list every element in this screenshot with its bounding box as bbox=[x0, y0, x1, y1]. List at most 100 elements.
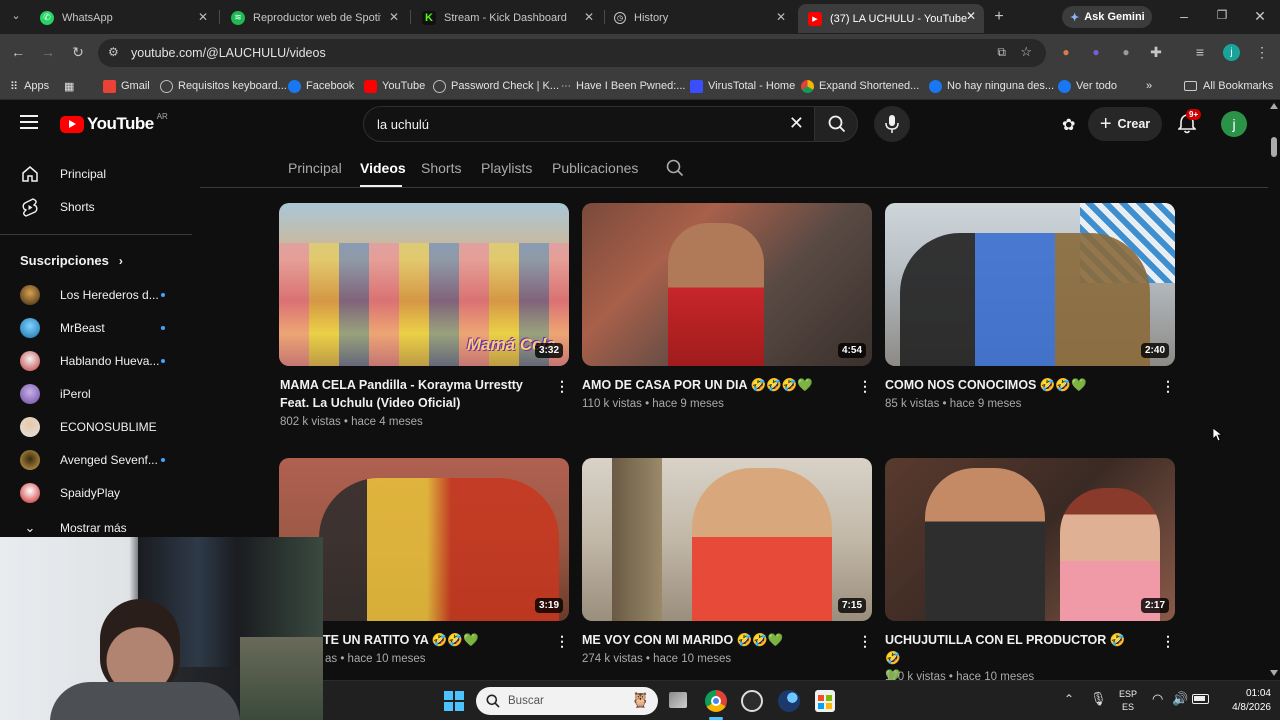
clear-search-icon[interactable]: ✕ bbox=[789, 113, 804, 134]
voice-search-button[interactable] bbox=[874, 106, 910, 142]
tab-search-icon[interactable]: ⌄ bbox=[6, 9, 26, 22]
account-avatar[interactable]: j bbox=[1221, 111, 1247, 137]
ask-gemini-button[interactable]: ✦ Ask Gemini bbox=[1062, 6, 1152, 28]
channel-search-icon[interactable] bbox=[666, 159, 684, 177]
bookmark-virustotal[interactable]: VirusTotal - Home bbox=[690, 77, 795, 95]
store-taskbar-icon[interactable] bbox=[815, 690, 835, 712]
close-window-icon[interactable]: ✕ bbox=[1250, 8, 1270, 25]
language-indicator[interactable]: ESP ES bbox=[1119, 688, 1137, 714]
install-icon[interactable]: ⧉ bbox=[997, 45, 1006, 60]
taskbar-search-box[interactable]: Buscar 🦉 bbox=[476, 687, 658, 715]
extension-icon[interactable]: ● bbox=[1056, 45, 1076, 59]
tab-spotify[interactable]: ≋ Reproductor web de Spotify: mú ✕ bbox=[221, 5, 407, 30]
media-controls-icon[interactable]: ≡ bbox=[1190, 44, 1210, 60]
video-menu-icon[interactable]: ⋮ bbox=[858, 633, 872, 650]
menu-icon[interactable]: ⋮ bbox=[1252, 44, 1272, 61]
video-menu-icon[interactable]: ⋮ bbox=[1161, 633, 1175, 650]
url-text[interactable]: youtube.com/@LAUCHULU/videos bbox=[131, 46, 326, 60]
clock[interactable]: 01:04 4/8/2026 bbox=[1213, 687, 1271, 715]
microphone-tray-icon[interactable]: 🎙 bbox=[1090, 691, 1107, 707]
video-menu-icon[interactable]: ⋮ bbox=[1161, 378, 1175, 395]
close-icon[interactable]: ✕ bbox=[389, 10, 399, 24]
tab-whatsapp[interactable]: ✆ WhatsApp ✕ bbox=[30, 5, 216, 30]
close-icon[interactable]: ✕ bbox=[584, 10, 594, 24]
bookmark-facebook[interactable]: Facebook bbox=[288, 77, 354, 95]
back-icon[interactable]: ← bbox=[8, 44, 28, 60]
tab-history[interactable]: ◷ History ✕ bbox=[604, 5, 794, 30]
all-bookmarks[interactable]: All Bookmarks bbox=[1184, 77, 1273, 95]
profile-avatar[interactable]: j bbox=[1223, 44, 1240, 61]
video-menu-icon[interactable]: ⋮ bbox=[858, 378, 872, 395]
youtube-logo[interactable]: YouTube AR bbox=[60, 112, 168, 134]
video-thumbnail[interactable]: 4:54 bbox=[582, 203, 872, 366]
scrollbar-thumb[interactable] bbox=[1271, 137, 1277, 157]
bookmark-password-check[interactable]: Password Check | K... bbox=[433, 77, 559, 95]
extension-badge-icon[interactable]: ✿ bbox=[1062, 115, 1075, 135]
create-button[interactable]: + Crear bbox=[1088, 107, 1162, 141]
sidebar-sub-item[interactable]: ECONOSUBLIME bbox=[0, 411, 192, 443]
video-thumbnail[interactable]: 2:40 bbox=[885, 203, 1175, 366]
video-title[interactable]: TE UN RATITO YA 🤣🤣💚 bbox=[323, 631, 578, 649]
sidebar-sub-item[interactable]: Los Herederos d... bbox=[0, 279, 192, 311]
bookmark-no-hay[interactable]: No hay ninguna des... bbox=[929, 77, 1054, 95]
video-menu-icon[interactable]: ⋮ bbox=[555, 633, 569, 650]
battery-icon[interactable] bbox=[1192, 694, 1209, 704]
bookmark-apps[interactable]: ⠿ Apps bbox=[10, 77, 49, 95]
search-input[interactable]: la uchulú ✕ bbox=[363, 106, 815, 142]
tab-publicaciones[interactable]: Publicaciones bbox=[552, 160, 638, 176]
bookmark-gmail[interactable]: Gmail bbox=[103, 77, 150, 95]
wifi-icon[interactable]: ◠ bbox=[1152, 691, 1163, 707]
start-button-icon[interactable] bbox=[444, 691, 464, 711]
bookmark-requisitos[interactable]: Requisitos keyboard... bbox=[160, 77, 287, 95]
close-icon[interactable]: ✕ bbox=[966, 9, 976, 23]
chrome-taskbar-icon[interactable] bbox=[705, 690, 727, 712]
maximize-icon[interactable]: ❐ bbox=[1212, 8, 1232, 22]
search-button[interactable] bbox=[814, 106, 858, 142]
video-title[interactable]: ME VOY CON MI MARIDO 🤣🤣💚 bbox=[582, 631, 837, 649]
bookmark-expand-shortened[interactable]: Expand Shortened... bbox=[801, 77, 919, 95]
bookmark-youtube[interactable]: YouTube bbox=[364, 77, 425, 95]
sidebar-item-shorts[interactable]: Shorts bbox=[0, 191, 192, 223]
address-bar[interactable]: ⚙ youtube.com/@LAUCHULU/videos ⧉ ☆ bbox=[98, 39, 1046, 67]
video-thumbnail[interactable]: Mamá Cela 3:32 bbox=[279, 203, 569, 366]
minimize-icon[interactable]: – bbox=[1174, 8, 1194, 24]
tab-groups-icon[interactable]: ▦ bbox=[64, 77, 74, 95]
tab-videos[interactable]: Videos bbox=[360, 160, 406, 176]
bookmark-ver-todo[interactable]: Ver todo bbox=[1058, 77, 1117, 95]
show-hidden-icons[interactable]: ⌃ bbox=[1064, 692, 1074, 706]
task-view-icon[interactable] bbox=[669, 692, 687, 708]
sidebar-item-principal[interactable]: Principal bbox=[0, 158, 192, 190]
search-query[interactable]: la uchulú bbox=[377, 117, 429, 132]
tab-kick[interactable]: K Stream - Kick Dashboard ✕ bbox=[412, 5, 602, 30]
video-thumbnail[interactable]: 2:17 bbox=[885, 458, 1175, 621]
notifications-button[interactable]: 9+ bbox=[1176, 109, 1202, 136]
extensions-puzzle-icon[interactable]: ✚ bbox=[1146, 44, 1166, 61]
sidebar-sub-item[interactable]: SpaidyPlay bbox=[0, 477, 192, 509]
bookmark-star-icon[interactable]: ☆ bbox=[1020, 44, 1032, 60]
new-tab-icon[interactable]: + bbox=[989, 8, 1009, 26]
extension-icon[interactable]: ● bbox=[1116, 45, 1136, 59]
forward-icon[interactable]: → bbox=[38, 44, 58, 60]
video-thumbnail[interactable]: 7:15 bbox=[582, 458, 872, 621]
close-icon[interactable]: ✕ bbox=[776, 10, 786, 24]
reload-icon[interactable]: ↻ bbox=[68, 44, 88, 61]
sidebar-sub-item[interactable]: iPerol bbox=[0, 378, 192, 410]
scroll-up-arrow-icon[interactable] bbox=[1270, 103, 1278, 109]
tab-principal[interactable]: Principal bbox=[288, 160, 342, 176]
scroll-down-arrow-icon[interactable] bbox=[1270, 670, 1278, 676]
tab-shorts[interactable]: Shorts bbox=[421, 160, 461, 176]
volume-icon[interactable]: 🔊 bbox=[1172, 691, 1188, 707]
hamburger-menu-icon[interactable] bbox=[20, 115, 38, 129]
video-title[interactable]: MAMA CELA Pandilla - Korayma Urrestty Fe… bbox=[280, 376, 535, 412]
site-info-icon[interactable]: ⚙ bbox=[108, 45, 119, 59]
page-scrollbar[interactable] bbox=[1268, 101, 1280, 680]
video-title[interactable]: COMO NOS CONOCIMOS 🤣🤣💚 bbox=[885, 376, 1140, 394]
video-menu-icon[interactable]: ⋮ bbox=[555, 378, 569, 395]
more-bookmarks-icon[interactable]: » bbox=[1146, 77, 1152, 95]
tab-playlists[interactable]: Playlists bbox=[481, 160, 532, 176]
bookmark-hibp[interactable]: ⋯ Have I Been Pwned:... bbox=[561, 77, 685, 95]
sidebar-sub-item[interactable]: Hablando Hueva... bbox=[0, 345, 192, 377]
extension-icon[interactable]: ● bbox=[1086, 45, 1106, 59]
subscriptions-header[interactable]: Suscripciones › bbox=[20, 253, 123, 268]
obs-taskbar-icon[interactable] bbox=[741, 690, 763, 712]
